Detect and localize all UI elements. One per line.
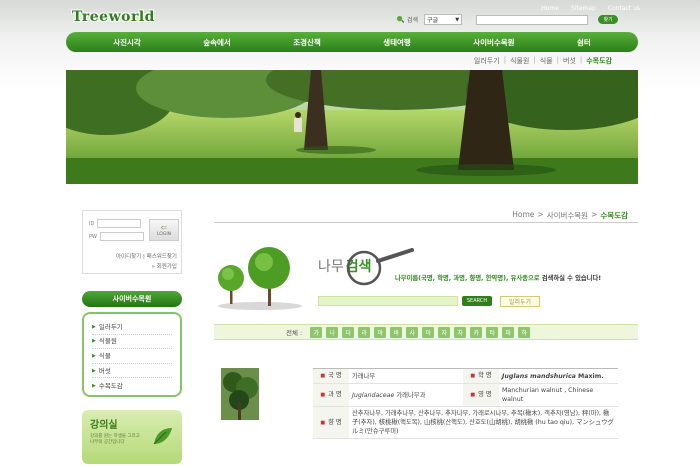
trees-illustration [214, 240, 304, 314]
find-account-link[interactable]: 아이디찾기 | 패스워드찾기 [116, 252, 177, 262]
nav-item-eco-travel[interactable]: 생태여행 [383, 37, 411, 48]
index-key[interactable]: 파 [502, 326, 515, 338]
magnifier-icon [346, 248, 416, 290]
sidebar-menu: ▶ 일러두기 ▶ 식물원 ▶ 식물 ▶ 버섯 ▶ 수목도감 [82, 312, 182, 397]
search-engine-select[interactable]: 구글 ▼ [424, 14, 463, 25]
sitemap-link[interactable]: Sitemap [571, 5, 596, 12]
search-tip: 나무이름(국명, 학명, 과명, 향명, 한약명), 유사종으로 검색하실 수 … [395, 275, 602, 282]
leaf-icon [153, 428, 172, 445]
index-key[interactable]: 하 [518, 326, 531, 338]
sidebar-item-mushroom[interactable]: ▶ 버섯 [92, 364, 172, 379]
site-search-input[interactable] [476, 14, 589, 25]
bullet-icon: ▶ [92, 382, 96, 389]
bullet-icon: ▶ [92, 338, 96, 345]
search-label: 검색 [396, 15, 418, 24]
sidebar-item-tree-guide[interactable]: ▶ 수목도감 [92, 378, 172, 393]
index-key[interactable]: 자 [438, 326, 451, 338]
top-links: Home Sitemap Contact us [541, 5, 640, 12]
index-key[interactable]: 카 [470, 326, 483, 338]
subnav-item-tree-guide[interactable]: 수목도감 [586, 56, 612, 66]
id-input[interactable] [97, 219, 142, 228]
tree-search-button[interactable]: SEARCH [462, 296, 492, 306]
breadcrumb-section[interactable]: 사이버수목원 [547, 210, 588, 221]
join-link[interactable]: » 회원가입 [116, 262, 177, 272]
index-key[interactable]: 나 [326, 326, 339, 338]
bullet-icon: ▶ [92, 367, 96, 374]
local-names: 산추자나무, 가래추나무, 산추나무, 추자나무, 가래로시나무, 추목(楸木)… [349, 406, 618, 439]
subnav-item-mushroom[interactable]: 버섯 [563, 56, 576, 66]
guide-button[interactable]: 일러두기 [500, 296, 540, 307]
login-button[interactable]: ⇐ LOGIN [149, 219, 179, 241]
index-key[interactable]: 아 [422, 326, 435, 338]
main-nav: 사진시각 숲속에서 조경산책 생태여행 사이버수목원 쉼터 [66, 32, 638, 52]
bullet-icon: ▶ [92, 352, 96, 359]
site-logo[interactable]: Treeworld [72, 9, 155, 25]
nav-item-photo[interactable]: 사진시각 [113, 37, 141, 48]
english-name: Manchurian walnut , Chinese walnut [499, 383, 618, 407]
lecture-room-banner[interactable]: 강의실 강의를 원는 학생들 그리고 나무의 공간입니다 [82, 410, 182, 464]
breadcrumb-current: 수목도감 [600, 211, 628, 220]
table-row: ■ 과 명 Juglandaceae 가래나무과 ■ 영 명 Manchurian … [313, 383, 618, 407]
site-search: 검색 구글 ▼ 찾기 [396, 14, 619, 25]
banner-image [66, 70, 638, 184]
pw-row: PW [89, 232, 144, 241]
bullet-icon: ▶ [92, 323, 96, 330]
breadcrumb: Home > 사이버수목원 > 수목도감 [512, 210, 628, 221]
tree-search-icon [396, 15, 405, 23]
divider [214, 222, 638, 223]
index-key[interactable]: 타 [486, 326, 499, 338]
contact-link[interactable]: Contact us [608, 5, 640, 12]
subnav-item-guide[interactable]: 일러두기 [474, 56, 500, 66]
tree-search-input[interactable] [318, 296, 458, 306]
nav-item-cyber-arboretum[interactable]: 사이버수목원 [473, 37, 514, 48]
nav-item-rest[interactable]: 쉼터 [577, 37, 591, 48]
arrow-left-icon: ⇐ [160, 222, 168, 232]
site-search-button[interactable]: 찾기 [598, 15, 619, 24]
sidebar-item-guide[interactable]: ▶ 일러두기 [92, 320, 172, 335]
index-key[interactable]: 마 [374, 326, 387, 338]
table-row: ■ 향 명 산추자나무, 가래추나무, 산추나무, 추자나무, 가래로시나무, 추… [313, 406, 618, 439]
subnav-item-garden[interactable]: 식물원 [510, 56, 529, 66]
index-key[interactable]: 가 [310, 326, 323, 338]
scientific-name: Juglans mandshurica Maxim. [499, 368, 618, 384]
table-row: ■ 국 명 가래나무 ■ 학 명 Juglans mandshurica Maxim… [313, 368, 618, 384]
consonant-index-bar: 전체 : 가 나 다 라 마 바 사 아 자 차 카 타 파 하 [214, 324, 638, 340]
breadcrumb-home[interactable]: Home [512, 210, 534, 221]
caret-down-icon: ▼ [455, 16, 460, 23]
subnav-item-plant[interactable]: 식물 [540, 56, 553, 66]
nav-item-landscape[interactable]: 조경산책 [293, 37, 321, 48]
index-key[interactable]: 차 [454, 326, 467, 338]
password-input[interactable] [99, 232, 144, 241]
login-links: 아이디찾기 | 패스워드찾기 » 회원가입 [116, 252, 177, 272]
home-link[interactable]: Home [541, 5, 559, 12]
index-key[interactable]: 다 [342, 326, 355, 338]
index-key[interactable]: 사 [406, 326, 419, 338]
sidebar-item-plant[interactable]: ▶ 식물 [92, 349, 172, 364]
index-key[interactable]: 라 [358, 326, 371, 338]
sidebar-title: 사이버수목원 [82, 291, 182, 307]
family-name: Juglandaceae 가래나무과 [349, 383, 463, 407]
sidebar-item-garden[interactable]: ▶ 식물원 [92, 335, 172, 350]
id-row: ID [89, 219, 142, 228]
login-box: ID PW ⇐ LOGIN 아이디찾기 | 패스워드찾기 » 회원가입 [82, 210, 182, 274]
nav-item-forest[interactable]: 숲속에서 [203, 37, 231, 48]
sub-nav: 일러두기 | 식물원 | 식물 | 버섯 | 수목도감 [473, 56, 612, 66]
tree-info-table: ■ 국 명 가래나무 ■ 학 명 Juglans mandshurica Maxim… [313, 368, 618, 439]
index-key[interactable]: 바 [390, 326, 403, 338]
korean-name: 가래나무 [349, 368, 463, 384]
tree-thumbnail[interactable] [221, 368, 259, 420]
